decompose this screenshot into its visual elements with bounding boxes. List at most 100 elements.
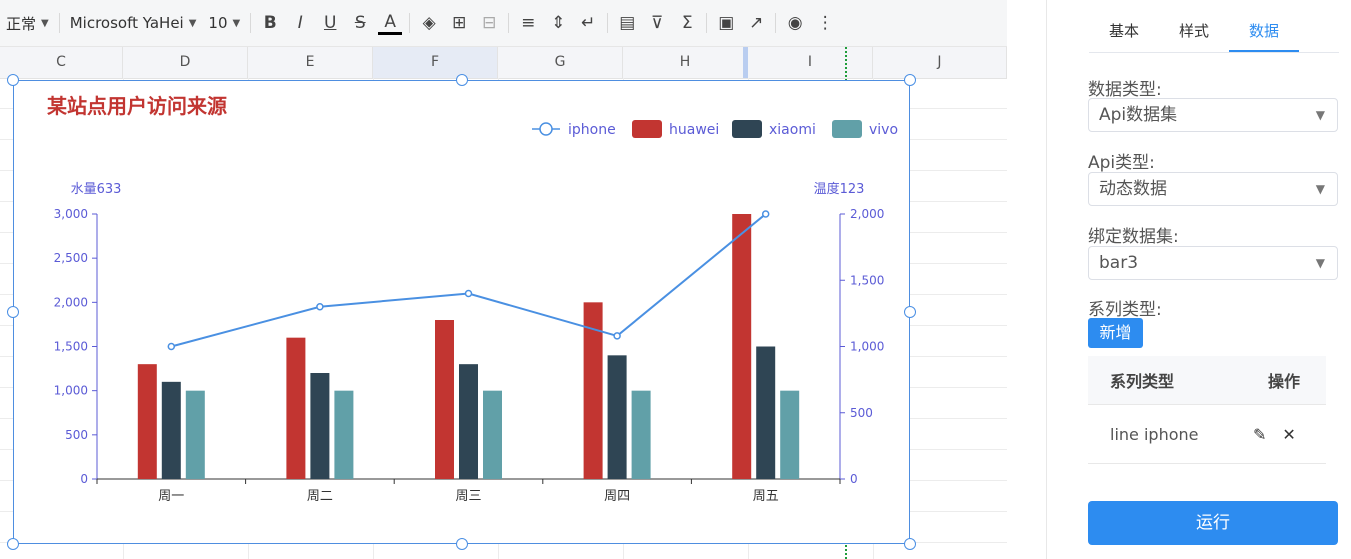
font-size-value: 10 (208, 14, 228, 32)
column-header-row: C D E F G H I J (0, 47, 1007, 79)
chart-title: 某站点用户访问来源 (47, 94, 227, 118)
chevron-down-icon: ▼ (188, 17, 197, 29)
legend-swatch-huawei (632, 120, 662, 138)
freeze-icon[interactable]: ▤ (615, 11, 639, 35)
right-tick-label: 1,500 (850, 273, 884, 287)
bar-vivo (334, 390, 354, 479)
resize-handle-bottom-left[interactable] (7, 538, 19, 550)
column-header-c[interactable]: C (0, 47, 123, 78)
insert-image-icon[interactable]: ▣ (714, 11, 738, 35)
dataset-select[interactable]: bar3 ▼ (1088, 246, 1338, 280)
style-select-value: 正常 (6, 14, 37, 33)
column-header-j[interactable]: J (873, 47, 1007, 78)
left-tick-label: 500 (65, 428, 88, 442)
right-tick-label: 0 (850, 472, 858, 486)
line-point-iphone (167, 342, 176, 351)
x-tick-label: 周四 (604, 489, 630, 504)
bold-icon[interactable]: B (258, 11, 282, 35)
chevron-down-icon: ▼ (1315, 182, 1325, 196)
font-color-icon[interactable]: A (378, 12, 403, 35)
legend-line-marker-dot (539, 122, 553, 136)
actions-column-header: 操作 (1268, 372, 1301, 391)
column-header-g[interactable]: G (498, 47, 623, 78)
column-header-d[interactable]: D (123, 47, 248, 78)
add-series-button[interactable]: 新增 (1088, 318, 1143, 348)
resize-handle-top[interactable] (456, 74, 468, 86)
align-horizontal-icon[interactable]: ≡ (516, 11, 540, 35)
dataset-value: bar3 (1099, 253, 1139, 273)
underline-icon[interactable]: U (318, 11, 342, 35)
filter-icon[interactable]: ⊽ (645, 11, 669, 35)
toolbar-divider (775, 13, 777, 33)
edit-pencil-icon[interactable]: ✎ (1253, 425, 1266, 444)
legend-swatch-xiaomi (732, 120, 762, 138)
chevron-down-icon: ▼ (232, 17, 241, 29)
legend-label-xiaomi: xiaomi (769, 122, 816, 138)
tab-style[interactable]: 样式 (1159, 14, 1229, 52)
api-type-label: Api类型: (1088, 153, 1155, 173)
bar-vivo (483, 390, 502, 479)
x-tick-label: 周二 (307, 489, 333, 504)
right-axis-name: 温度123 (814, 181, 865, 197)
right-tick-label: 1,000 (850, 340, 884, 354)
resize-handle-top-left[interactable] (7, 74, 19, 86)
column-resize-handle[interactable] (743, 47, 748, 78)
right-tick-label: 2,000 (850, 207, 884, 221)
border-icon[interactable]: ⊞ (447, 11, 471, 35)
chevron-down-icon: ▼ (1315, 108, 1325, 122)
bar-xiaomi (756, 346, 776, 479)
bar-xiaomi (161, 381, 181, 479)
toolbar-divider (706, 13, 708, 33)
fill-color-icon[interactable]: ◈ (417, 11, 441, 35)
left-tick-label: 1,500 (54, 340, 88, 354)
resize-handle-left[interactable] (7, 306, 19, 318)
italic-icon[interactable]: I (288, 11, 312, 35)
insert-chart-icon[interactable]: ↗ (744, 11, 768, 35)
left-tick-label: 1,000 (54, 384, 88, 398)
toolbar-divider (409, 13, 411, 33)
bar-vivo (780, 390, 800, 479)
bar-xiaomi (459, 364, 478, 479)
run-button[interactable]: 运行 (1088, 501, 1338, 545)
delete-close-icon[interactable]: ✕ (1282, 425, 1295, 444)
dataset-label: 绑定数据集: (1088, 227, 1179, 247)
series-table: 系列类型 操作 line iphone ✎ ✕ (1088, 356, 1326, 464)
line-iphone (171, 213, 767, 348)
column-header-f[interactable]: F (373, 47, 498, 78)
align-vertical-icon[interactable]: ⇕ (546, 11, 570, 35)
chart-svg: 某站点用户访问来源 iphone huawei xiaomi vivo 水量633 温度12… (47, 94, 898, 504)
column-header-e[interactable]: E (248, 47, 373, 78)
font-size-select[interactable]: 10 ▼ (202, 8, 246, 38)
panel-tabs: 基本 样式 数据 (1089, 14, 1339, 53)
legend-label-vivo: vivo (869, 122, 898, 138)
formula-sum-icon[interactable]: Σ (675, 11, 699, 35)
font-select[interactable]: Microsoft YaHei ▼ (64, 8, 203, 38)
resize-handle-bottom[interactable] (456, 538, 468, 550)
column-header-h[interactable]: H (623, 47, 748, 78)
text-wrap-icon[interactable]: ↵ (576, 11, 600, 35)
resize-handle-bottom-right[interactable] (904, 538, 916, 550)
style-select[interactable]: 正常 ▼ (0, 8, 55, 38)
toolbar-divider (58, 13, 60, 33)
api-type-value: 动态数据 (1099, 179, 1167, 199)
api-type-select[interactable]: 动态数据 ▼ (1088, 172, 1338, 206)
more-icon[interactable]: ⋮ (813, 11, 837, 35)
left-tick-label: 2,000 (54, 295, 88, 309)
legend-swatch-vivo (832, 120, 862, 138)
data-type-select[interactable]: Api数据集 ▼ (1088, 98, 1338, 132)
toolbar-divider (508, 13, 510, 33)
toolbar-divider (607, 13, 609, 33)
preview-eye-icon[interactable]: ◉ (783, 11, 807, 35)
resize-handle-right[interactable] (904, 306, 916, 318)
column-header-i[interactable]: I (748, 47, 873, 78)
strikethrough-icon[interactable]: S (348, 11, 372, 35)
tab-basic[interactable]: 基本 (1089, 14, 1159, 52)
merge-cells-icon[interactable]: ⊟ (477, 11, 501, 35)
toolbar-divider (250, 13, 252, 33)
chart-container[interactable]: 某站点用户访问来源 iphone huawei xiaomi vivo 水量633 温度12… (13, 80, 910, 544)
right-tick-label: 500 (850, 406, 873, 420)
legend-label-iphone: iphone (568, 122, 616, 138)
bar-vivo (185, 390, 205, 479)
resize-handle-top-right[interactable] (904, 74, 916, 86)
tab-data[interactable]: 数据 (1229, 14, 1299, 52)
